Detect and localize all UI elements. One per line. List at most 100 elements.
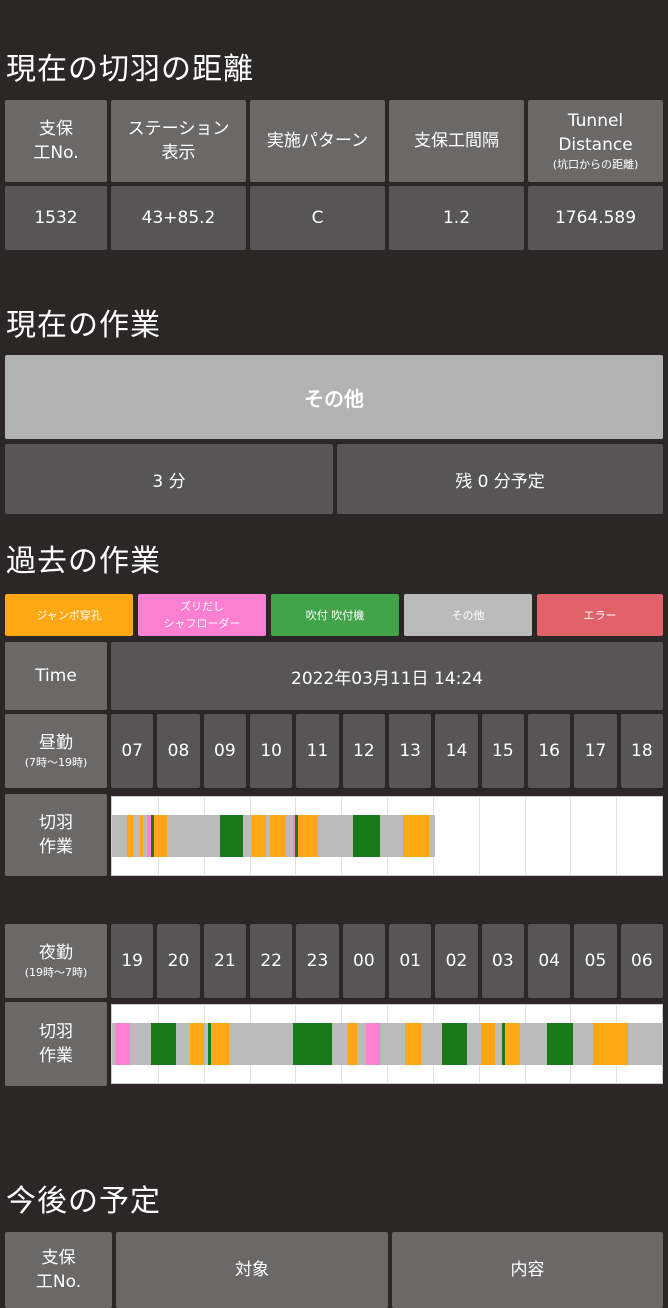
day-shift-name: 昼勤 (39, 733, 73, 753)
hour-cell: 23 (296, 924, 339, 998)
timeline-segment (357, 1023, 367, 1065)
day-row-label-2: 作業 (39, 837, 73, 857)
timeline-segment (189, 1023, 204, 1065)
legend-other-label: その他 (451, 608, 485, 622)
hour-cell: 03 (481, 924, 524, 998)
night-timeline (111, 1004, 663, 1084)
current-work-title: 現在の作業 (6, 308, 161, 343)
future-title: 今後の予定 (6, 1184, 161, 1219)
value-pattern: C (250, 186, 385, 250)
hour-cell: 00 (342, 924, 385, 998)
timeline-segment (403, 815, 430, 857)
header-support-no-line1: 支保 (38, 119, 73, 139)
future-header-support-no-2: 工No. (35, 1272, 82, 1292)
header-station-line1: ステーション (127, 119, 230, 139)
hour-cell: 16 (528, 714, 571, 788)
timeline-segment (251, 815, 266, 857)
timeline-segment (593, 1023, 628, 1065)
header-pattern-line1: 実施パターン (266, 131, 369, 151)
time-label: Time (5, 642, 107, 710)
hour-cell: 07 (111, 714, 154, 788)
timeline-gridline (570, 797, 572, 875)
timeline-gridline (524, 797, 526, 875)
header-station-line2: 表示 (161, 143, 196, 163)
header-interval: 支保工間隔 (389, 100, 524, 182)
timeline-segment (115, 1023, 131, 1065)
value-support-no: 1532 (5, 186, 107, 250)
night-row-label-2: 作業 (39, 1046, 73, 1066)
future-header-target: 対象 (116, 1232, 388, 1308)
remaining-time: 残 0 分予定 (337, 444, 663, 514)
timeline-segment (480, 1023, 495, 1065)
value-station: 43+85.2 (111, 186, 246, 250)
legend-muck-line2: シャフローダー (163, 617, 241, 630)
timeline-gridline (478, 797, 480, 875)
header-tunnel-line1: Tunnel (567, 111, 624, 131)
value-tunnel-distance: 1764.589 (528, 186, 663, 250)
timeline-segment (176, 1023, 190, 1065)
future-header-support-no-1: 支保 (41, 1248, 76, 1268)
value-interval: 1.2 (389, 186, 524, 250)
day-timeline (111, 796, 663, 876)
timeline-segment (293, 1023, 332, 1065)
timeline-segment (352, 815, 381, 857)
timeline-segment (228, 1023, 294, 1065)
header-support-no: 支保 工No. (5, 100, 107, 182)
hour-cell: 09 (203, 714, 246, 788)
timeline-segment (130, 1023, 151, 1065)
legend-error-label: エラー (583, 608, 617, 622)
distance-title: 現在の切羽の距離 (6, 52, 254, 87)
legend-error: エラー (537, 594, 663, 636)
header-station: ステーション 表示 (111, 100, 246, 182)
legend-other: その他 (404, 594, 532, 636)
elapsed-time: 3 分 (5, 444, 333, 514)
timeline-segment (572, 1023, 594, 1065)
past-work-title: 過去の作業 (6, 544, 161, 579)
current-activity: その他 (5, 355, 663, 439)
night-shift-name: 夜勤 (39, 943, 73, 963)
hour-cell: 22 (250, 924, 293, 998)
legend-muck-line1: ズリだし (180, 600, 224, 613)
timeline-segment (380, 815, 404, 857)
hour-cell: 14 (435, 714, 478, 788)
timeline-gridline (616, 797, 618, 875)
timeline-segment (442, 1023, 468, 1065)
timeline-segment (366, 1023, 381, 1065)
timeline-segment (318, 815, 353, 857)
timeline-segment (348, 1023, 358, 1065)
timeline-segment (297, 815, 319, 857)
timeline-segment (150, 1023, 177, 1065)
night-row-label: 切羽 作業 (5, 1002, 107, 1086)
timeline-segment (286, 815, 294, 857)
timeline-segment (494, 1023, 502, 1065)
hour-cell: 13 (389, 714, 432, 788)
legend-jumbo: ジャンボ穿孔 (5, 594, 133, 636)
current-datetime: 2022年03月11日 14:24 (111, 642, 663, 710)
timeline-segment (380, 1023, 406, 1065)
night-shift-range: (19時〜7時) (24, 966, 88, 979)
timeline-segment (219, 815, 243, 857)
hour-cell: 08 (157, 714, 200, 788)
hour-cell: 19 (111, 924, 154, 998)
hour-cell: 11 (296, 714, 339, 788)
legend-jumbo-label: ジャンボ穿孔 (36, 608, 102, 622)
timeline-segment (405, 1023, 422, 1065)
timeline-segment (467, 1023, 481, 1065)
hour-cell: 10 (250, 714, 293, 788)
timeline-segment (132, 815, 140, 857)
timeline-segment (211, 1023, 229, 1065)
timeline-segment (167, 815, 220, 857)
timeline-segment (242, 815, 252, 857)
night-row-label-1: 切羽 (39, 1022, 73, 1042)
timeline-segment (519, 1023, 548, 1065)
hour-cell: 21 (203, 924, 246, 998)
legend-shotcrete-label: 吹付 吹付機 (305, 608, 365, 622)
future-header-content: 内容 (392, 1232, 663, 1308)
hour-cell: 17 (574, 714, 617, 788)
header-tunnel-small: (坑口からの距離) (552, 158, 639, 171)
timeline-segment (154, 815, 167, 857)
timeline-segment (112, 815, 128, 857)
day-shift-range: (7時〜19時) (24, 756, 88, 769)
hour-cell: 18 (620, 714, 663, 788)
timeline-segment (627, 1023, 662, 1065)
